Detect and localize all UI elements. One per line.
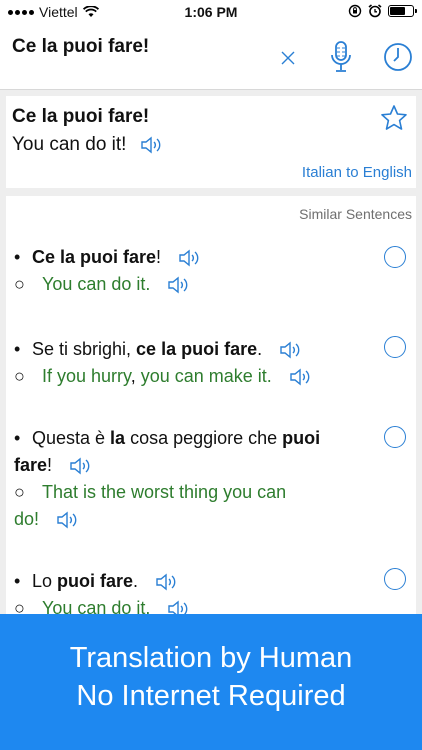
language-direction[interactable]: Italian to English — [302, 164, 412, 181]
similar-source: • Se ti sbrighi, ce la puoi fare. — [14, 336, 414, 363]
speaker-icon[interactable] — [167, 275, 191, 295]
clear-button[interactable] — [276, 46, 300, 70]
translation-card: Ce la puoi fare! You can do it! Italian … — [6, 96, 416, 188]
banner-line-2: No Internet Required — [76, 680, 346, 712]
select-radio[interactable] — [384, 568, 406, 590]
similar-source-cont: fare! — [14, 452, 414, 479]
similar-source: • Lo puoi fare. — [14, 568, 414, 595]
similar-sentences-title: Similar Sentences — [299, 206, 412, 222]
list-item[interactable]: • Ce la puoi fare! ○ You can do it. — [14, 244, 414, 298]
speaker-icon[interactable] — [140, 135, 164, 155]
speaker-icon[interactable] — [56, 510, 80, 530]
translation-line: You can do it! — [12, 134, 164, 156]
microphone-button[interactable] — [326, 38, 356, 76]
promo-banner: Translation by Human No Internet Require… — [0, 614, 422, 750]
list-item[interactable]: • Se ti sbrighi, ce la puoi fare. ○ If you… — [14, 336, 414, 390]
translated-sentence: You can do it! — [12, 134, 127, 155]
history-button[interactable] — [382, 41, 414, 73]
similar-sentences-card: Similar Sentences • Ce la puoi fare! ○ You… — [6, 196, 416, 626]
speaker-icon[interactable] — [155, 572, 179, 592]
speaker-icon[interactable] — [289, 367, 313, 387]
clock-icon — [384, 43, 412, 71]
status-bar: Viettel 1:06 PM — [0, 0, 422, 24]
similar-translation-cont: do! — [14, 506, 414, 533]
similar-source: • Ce la puoi fare! — [14, 244, 414, 271]
source-sentence: Ce la puoi fare! — [12, 106, 150, 127]
similar-source: • Questa è la cosa peggiore che puoi — [14, 428, 321, 448]
alarm-icon — [368, 4, 382, 18]
speaker-icon[interactable] — [178, 248, 202, 268]
select-radio[interactable] — [384, 336, 406, 358]
favorite-star-icon[interactable] — [380, 104, 408, 132]
similar-translation: ○ That is the worst thing you can — [14, 482, 287, 502]
banner-line-1: Translation by Human — [69, 642, 353, 674]
list-item[interactable]: • Questa è la cosa peggiore che puoi fare… — [14, 425, 414, 533]
battery-icon — [388, 5, 417, 17]
orientation-lock-icon — [348, 4, 362, 18]
status-right — [348, 4, 417, 18]
search-bar[interactable]: Ce la puoi fare! — [0, 24, 422, 90]
similar-translation: ○ You can do it. — [14, 271, 414, 298]
search-input[interactable]: Ce la puoi fare! — [12, 36, 149, 58]
microphone-icon — [331, 41, 351, 72]
speaker-icon[interactable] — [279, 340, 303, 360]
select-radio[interactable] — [384, 426, 406, 448]
select-radio[interactable] — [384, 246, 406, 268]
close-icon — [281, 51, 295, 65]
similar-translation: ○ If you hurry, you can make it. — [14, 363, 414, 390]
speaker-icon[interactable] — [69, 456, 93, 476]
